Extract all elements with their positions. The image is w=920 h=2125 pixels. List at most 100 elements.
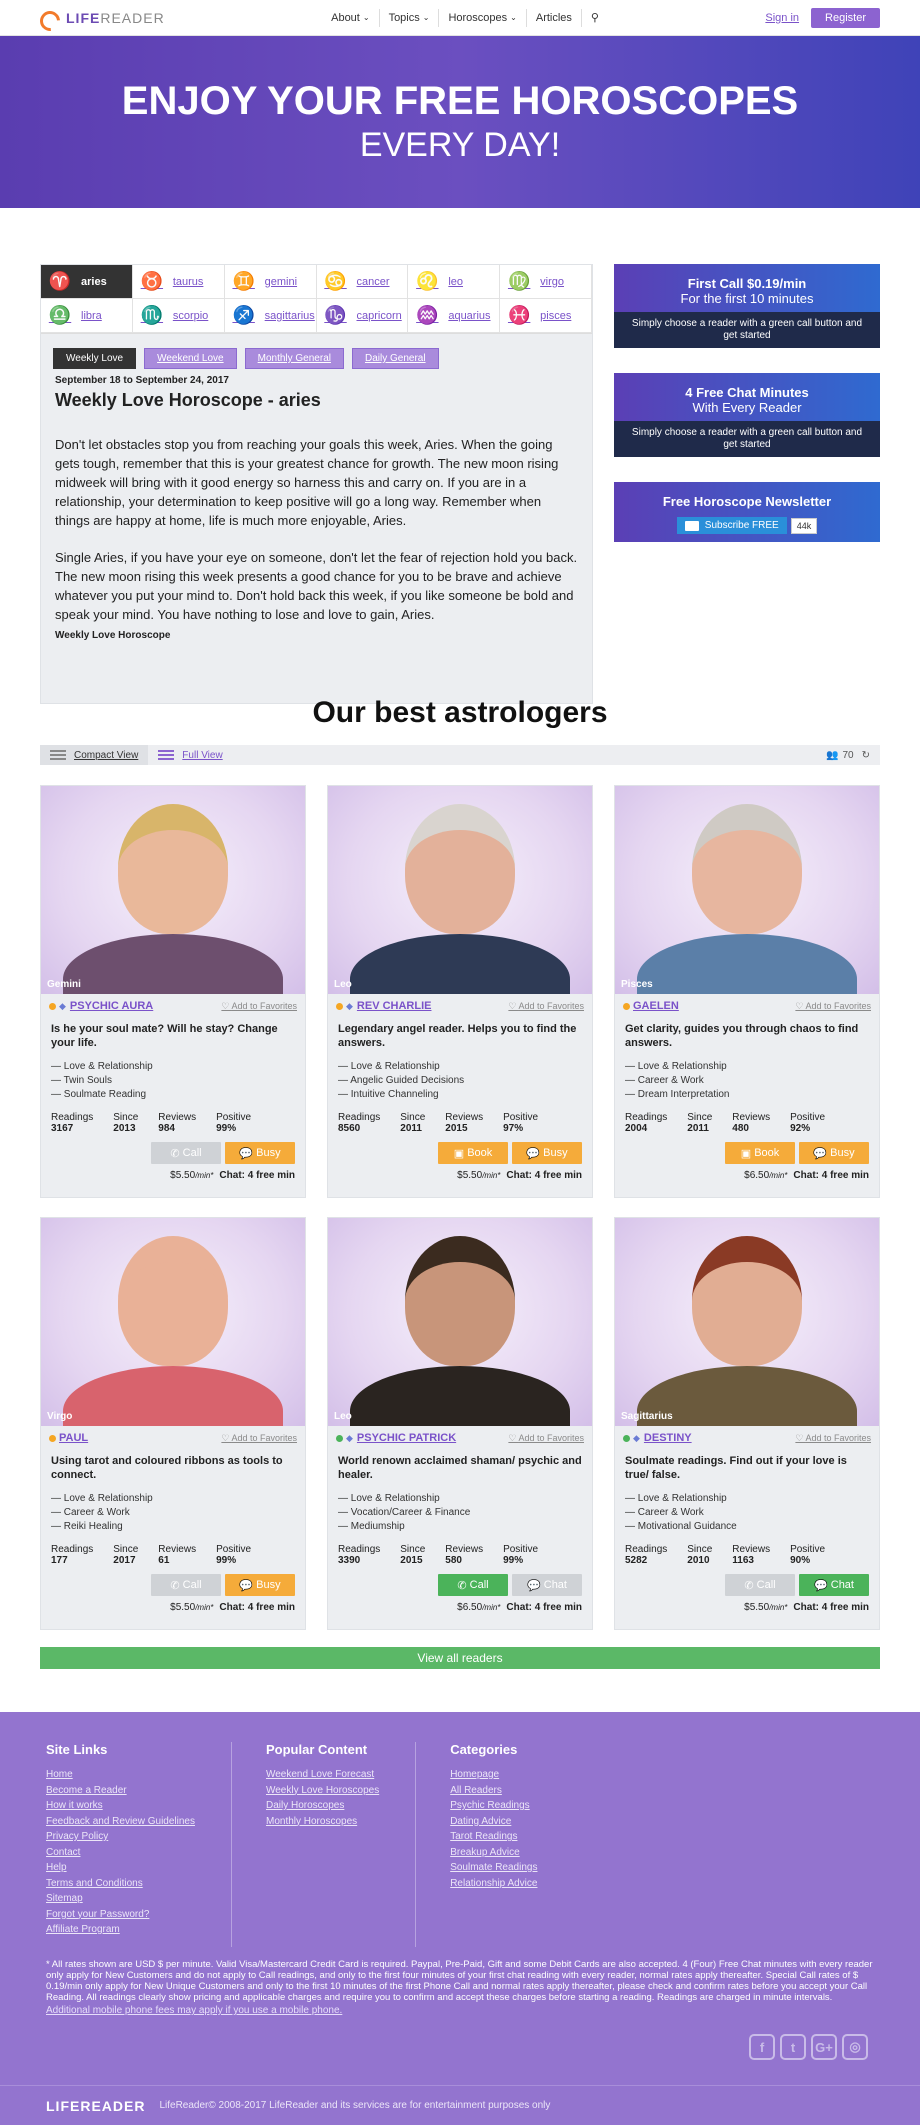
sign-tab-libra[interactable]: ♎ libra: [41, 299, 133, 333]
register-button[interactable]: Register: [811, 7, 880, 28]
reader-card[interactable]: Pisces GAELEN ♡ Add to Favorites Get clarit…: [614, 785, 880, 1198]
sign-tab-taurus[interactable]: ♉ taurus: [132, 265, 225, 299]
compact-view-toggle[interactable]: Compact View: [40, 745, 149, 765]
mobile-fees-link[interactable]: Additional mobile phone fees may apply i…: [0, 2003, 920, 2016]
footer-link[interactable]: Tarot Readings: [450, 1829, 537, 1845]
footer-link[interactable]: Relationship Advice: [450, 1876, 537, 1892]
call-button[interactable]: ✆ Call: [151, 1142, 221, 1164]
add-to-favorites[interactable]: ♡ Add to Favorites: [508, 1433, 584, 1444]
sign-tab-gemini[interactable]: ♊ gemini: [224, 265, 317, 299]
footer-link[interactable]: Dating Advice: [450, 1814, 537, 1830]
reader-card[interactable]: Gemini ◆ PSYCHIC AURA ♡ Add to Favorites Is …: [40, 785, 306, 1198]
call-button[interactable]: ✆ Call: [151, 1574, 221, 1596]
footer-link[interactable]: Psychic Readings: [450, 1798, 537, 1814]
reader-photo[interactable]: Leo: [328, 786, 592, 994]
footer-link[interactable]: Soulmate Readings: [450, 1860, 537, 1876]
nav-articles[interactable]: Articles: [527, 8, 582, 27]
call-button[interactable]: ✆ Call: [438, 1574, 508, 1596]
reader-name[interactable]: GAELEN: [633, 1000, 679, 1012]
footer-link[interactable]: Privacy Policy: [46, 1829, 195, 1845]
view-all-readers-button[interactable]: View all readers: [40, 1647, 880, 1669]
facebook-icon[interactable]: f: [749, 2034, 775, 2060]
add-to-favorites[interactable]: ♡ Add to Favorites: [221, 1433, 297, 1444]
busy-button[interactable]: 💬 Busy: [225, 1574, 295, 1596]
compact-view-label: Compact View: [74, 749, 139, 761]
footer-link[interactable]: Breakup Advice: [450, 1845, 537, 1861]
reader-photo[interactable]: Sagittarius: [615, 1218, 879, 1426]
chevron-down-icon: ⌄: [362, 13, 370, 22]
footer-link[interactable]: Weekend Love Forecast: [266, 1767, 379, 1783]
book-button[interactable]: ▣ Book: [438, 1142, 508, 1164]
footer-link[interactable]: Affiliate Program: [46, 1922, 195, 1938]
reader-photo[interactable]: Gemini: [41, 786, 305, 994]
footer-logo[interactable]: LIFEREADER: [46, 2098, 145, 2114]
signin-link[interactable]: Sign in: [765, 12, 799, 24]
add-to-favorites[interactable]: ♡ Add to Favorites: [795, 1001, 871, 1012]
footer-link[interactable]: Feedback and Review Guidelines: [46, 1814, 195, 1830]
instagram-icon[interactable]: ◎: [842, 2034, 868, 2060]
busy-button[interactable]: 💬 Busy: [799, 1142, 869, 1164]
sign-tab-pisces[interactable]: ♓ pisces: [500, 299, 592, 333]
full-view-toggle[interactable]: Full View: [148, 745, 232, 765]
promo-first-call[interactable]: First Call $0.19/min For the first 10 min…: [614, 264, 880, 348]
reader-name[interactable]: PSYCHIC PATRICK: [357, 1432, 456, 1444]
call-button[interactable]: ✆ Call: [725, 1574, 795, 1596]
reader-name[interactable]: PAUL: [59, 1432, 88, 1444]
sign-tab-sagittarius[interactable]: ♐ sagittarius: [224, 299, 317, 333]
footer-link[interactable]: Daily Horoscopes: [266, 1798, 379, 1814]
promo-free-chat[interactable]: 4 Free Chat Minutes With Every Reader Sim…: [614, 373, 880, 457]
footer-link[interactable]: Home: [46, 1767, 195, 1783]
tab-monthly-general[interactable]: Monthly General: [244, 348, 344, 369]
reader-name[interactable]: PSYCHIC AURA: [70, 1000, 153, 1012]
search-icon[interactable]: ⚲: [582, 9, 608, 27]
subscribe-button[interactable]: Subscribe FREE: [676, 517, 787, 534]
nav-about[interactable]: About ⌄: [322, 8, 380, 27]
sign-tab-cancer[interactable]: ♋ cancer: [316, 265, 409, 299]
nav-topics[interactable]: Topics ⌄: [380, 8, 440, 27]
reader-card[interactable]: Leo ◆ REV CHARLIE ♡ Add to Favorites Legenda…: [327, 785, 593, 1198]
nav-horoscopes[interactable]: Horoscopes ⌄: [439, 8, 527, 27]
footer-link[interactable]: Contact: [46, 1845, 195, 1861]
chat-button[interactable]: 💬 Chat: [512, 1574, 582, 1596]
reader-photo[interactable]: Pisces: [615, 786, 879, 994]
add-to-favorites[interactable]: ♡ Add to Favorites: [221, 1001, 297, 1012]
busy-button[interactable]: 💬 Busy: [512, 1142, 582, 1164]
add-to-favorites[interactable]: ♡ Add to Favorites: [508, 1001, 584, 1012]
book-button[interactable]: ▣ Book: [725, 1142, 795, 1164]
footer-link[interactable]: Help: [46, 1860, 195, 1876]
add-to-favorites[interactable]: ♡ Add to Favorites: [795, 1433, 871, 1444]
footer-link[interactable]: All Readers: [450, 1783, 537, 1799]
footer-link[interactable]: Sitemap: [46, 1891, 195, 1907]
reader-photo[interactable]: Virgo: [41, 1218, 305, 1426]
sign-tab-virgo[interactable]: ♍ virgo: [500, 265, 592, 299]
sign-tab-capricorn[interactable]: ♑ capricorn: [316, 299, 409, 333]
footer-link[interactable]: Become a Reader: [46, 1783, 195, 1799]
footer-link[interactable]: Weekly Love Horoscopes: [266, 1783, 379, 1799]
footer-link[interactable]: Forgot your Password?: [46, 1907, 195, 1923]
reader-photo[interactable]: Leo: [328, 1218, 592, 1426]
tab-weekly-love[interactable]: Weekly Love: [53, 348, 137, 369]
sign-tab-aquarius[interactable]: ♒ aquarius: [408, 299, 501, 333]
reader-card[interactable]: Virgo PAUL ♡ Add to Favorites Using tarot a…: [40, 1217, 306, 1630]
refresh-icon[interactable]: ↻: [862, 750, 870, 761]
button-label: Book: [754, 1147, 780, 1159]
reader-name[interactable]: DESTINY: [644, 1432, 692, 1444]
sign-tab-aries[interactable]: ♈ aries: [41, 265, 133, 299]
site-logo[interactable]: LIFE READER: [40, 9, 165, 27]
footer-link[interactable]: Terms and Conditions: [46, 1876, 195, 1892]
reader-name[interactable]: REV CHARLIE: [357, 1000, 432, 1012]
reader-card[interactable]: Leo ◆ PSYCHIC PATRICK ♡ Add to Favorites Wor…: [327, 1217, 593, 1630]
tab-daily-general[interactable]: Daily General: [351, 348, 439, 369]
chat-button[interactable]: 💬 Chat: [799, 1574, 869, 1596]
footer-link[interactable]: Homepage: [450, 1767, 537, 1783]
sign-tab-leo[interactable]: ♌ leo: [408, 265, 501, 299]
busy-button[interactable]: 💬 Busy: [225, 1142, 295, 1164]
google-plus-icon[interactable]: G+: [811, 2034, 837, 2060]
footer-link[interactable]: Monthly Horoscopes: [266, 1814, 379, 1830]
sign-tab-scorpio[interactable]: ♏ scorpio: [132, 299, 225, 333]
footer-link[interactable]: How it works: [46, 1798, 195, 1814]
reader-card[interactable]: Sagittarius ◆ DESTINY ♡ Add to Favorites Sou…: [614, 1217, 880, 1630]
stat-positive: 97%: [503, 1123, 524, 1134]
twitter-icon[interactable]: t: [780, 2034, 806, 2060]
tab-weekend-love[interactable]: Weekend Love: [144, 348, 237, 369]
